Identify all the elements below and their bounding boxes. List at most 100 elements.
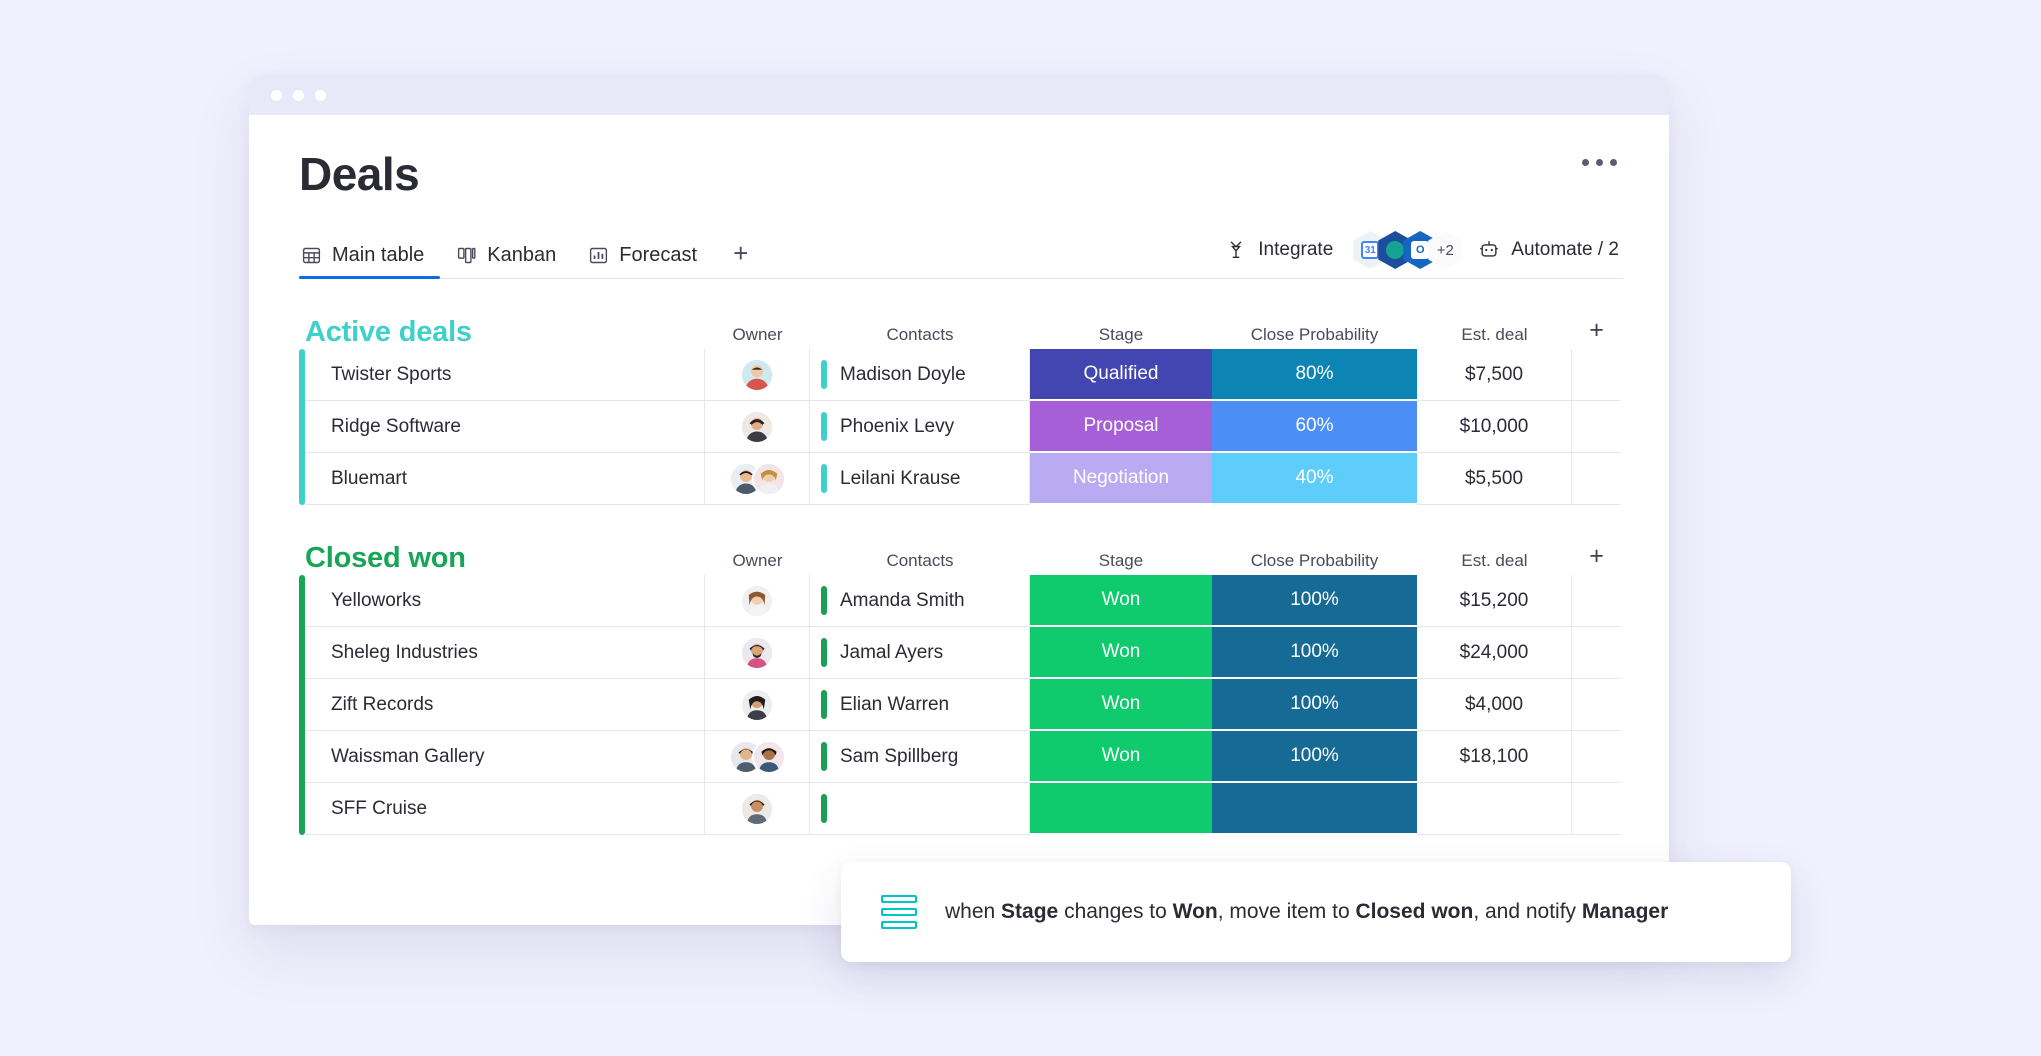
- cell-stage[interactable]: [1030, 783, 1212, 835]
- avatar-group: [705, 635, 809, 670]
- cell-owner[interactable]: [705, 401, 810, 453]
- window-maximize-dot[interactable]: [315, 89, 326, 101]
- table-row[interactable]: SFF Cruise: [305, 783, 1623, 835]
- cell-est-deal[interactable]: $24,000: [1417, 627, 1572, 679]
- cell-est-deal[interactable]: $7,500: [1417, 349, 1572, 401]
- integration-overflow-label: +2: [1436, 241, 1454, 259]
- kebab-dot: [1582, 159, 1589, 166]
- column-header-owner[interactable]: Owner: [705, 551, 810, 575]
- cell-owner[interactable]: [705, 627, 810, 679]
- cell-est-deal[interactable]: $15,200: [1417, 575, 1572, 627]
- table-row[interactable]: Zift Records Elian Warren Won 100% $4,00…: [305, 679, 1623, 731]
- automation-bars-icon: [881, 895, 917, 929]
- cell-est-deal[interactable]: $4,000: [1417, 679, 1572, 731]
- column-header-est-deal[interactable]: Est. deal: [1417, 551, 1572, 575]
- group-header-row: Active deals Owner Contacts Stage Close …: [305, 309, 1623, 349]
- cell-spacer: [1572, 575, 1621, 627]
- contact-name: Sam Spillberg: [840, 745, 959, 767]
- table-row[interactable]: Ridge Software Phoenix Levy Proposal 60%…: [305, 401, 1623, 453]
- add-column-button[interactable]: +: [1572, 316, 1621, 349]
- window-close-dot[interactable]: [271, 89, 282, 101]
- add-column-button[interactable]: +: [1572, 542, 1621, 575]
- avatar: [751, 461, 786, 496]
- column-header-est-deal[interactable]: Est. deal: [1417, 325, 1572, 349]
- cell-stage[interactable]: Won: [1030, 679, 1212, 731]
- cell-stage[interactable]: Proposal: [1030, 401, 1212, 453]
- automation-notify-role: Manager: [1581, 900, 1669, 924]
- cell-owner[interactable]: [705, 453, 810, 505]
- cell-contact[interactable]: Amanda Smith: [810, 575, 1030, 627]
- cell-owner[interactable]: [705, 731, 810, 783]
- cell-item-name[interactable]: Waissman Gallery: [305, 731, 705, 783]
- avatar: [740, 791, 774, 826]
- cell-stage[interactable]: Won: [1030, 575, 1212, 627]
- table-row[interactable]: Twister Sports Madison Doyle Qualified 8…: [305, 349, 1623, 401]
- cell-close-probability[interactable]: 100%: [1212, 731, 1417, 783]
- cell-close-probability[interactable]: [1212, 783, 1417, 835]
- cell-owner[interactable]: [705, 783, 810, 835]
- column-header-close-probability[interactable]: Close Probability: [1212, 551, 1417, 575]
- automate-button[interactable]: Automate / 2: [1474, 236, 1623, 264]
- cell-stage[interactable]: Won: [1030, 731, 1212, 783]
- contact-accent: [821, 586, 827, 615]
- cell-est-deal[interactable]: $5,500: [1417, 453, 1572, 505]
- cell-close-probability[interactable]: 100%: [1212, 575, 1417, 627]
- column-header-close-probability[interactable]: Close Probability: [1212, 325, 1417, 349]
- cell-stage[interactable]: Won: [1030, 627, 1212, 679]
- cell-est-deal[interactable]: [1417, 783, 1572, 835]
- table-row[interactable]: Waissman Gallery Sam Spillberg Won 100% …: [305, 731, 1623, 783]
- board-options-button[interactable]: [1576, 149, 1623, 176]
- table-row[interactable]: Yelloworks Amanda Smith Won 100% $15,200: [305, 575, 1623, 627]
- tab-main-table[interactable]: Main table: [299, 244, 441, 279]
- tab-kanban[interactable]: Kanban: [440, 244, 572, 278]
- automation-prefix: when: [945, 900, 1002, 924]
- cell-est-deal[interactable]: $18,100: [1417, 731, 1572, 783]
- cell-close-probability[interactable]: 100%: [1212, 679, 1417, 731]
- cell-item-name[interactable]: Ridge Software: [305, 401, 705, 453]
- cell-item-name[interactable]: Sheleg Industries: [305, 627, 705, 679]
- board-header: Deals: [299, 149, 1623, 197]
- cell-spacer: [1572, 731, 1621, 783]
- table-row[interactable]: Sheleg Industries Jamal Ayers Won 100% $…: [305, 627, 1623, 679]
- cell-close-probability[interactable]: 60%: [1212, 401, 1417, 453]
- kebab-dot: [1596, 159, 1603, 166]
- cell-contact[interactable]: Madison Doyle: [810, 349, 1030, 401]
- cell-close-probability[interactable]: 80%: [1212, 349, 1417, 401]
- cell-est-deal[interactable]: $10,000: [1417, 401, 1572, 453]
- contact-accent: [821, 360, 827, 389]
- avatar-group: [705, 739, 809, 774]
- tab-forecast[interactable]: Forecast: [572, 244, 713, 278]
- window-minimize-dot[interactable]: [293, 89, 304, 101]
- cell-contact[interactable]: Elian Warren: [810, 679, 1030, 731]
- column-header-contacts[interactable]: Contacts: [810, 325, 1030, 349]
- contact-accent: [821, 412, 827, 441]
- column-header-stage[interactable]: Stage: [1030, 551, 1212, 575]
- cell-owner[interactable]: [705, 575, 810, 627]
- cell-contact[interactable]: Jamal Ayers: [810, 627, 1030, 679]
- cell-item-name[interactable]: Twister Sports: [305, 349, 705, 401]
- column-header-stage[interactable]: Stage: [1030, 325, 1212, 349]
- cell-item-name[interactable]: Zift Records: [305, 679, 705, 731]
- automation-recipe-banner[interactable]: when Stage changes to Won, move item to …: [841, 862, 1791, 962]
- integrate-button[interactable]: Integrate: [1221, 236, 1337, 264]
- cell-stage[interactable]: Negotiation: [1030, 453, 1212, 505]
- cell-owner[interactable]: [705, 679, 810, 731]
- column-header-contacts[interactable]: Contacts: [810, 551, 1030, 575]
- cell-item-name[interactable]: SFF Cruise: [305, 783, 705, 835]
- cell-contact[interactable]: Phoenix Levy: [810, 401, 1030, 453]
- cell-contact[interactable]: Sam Spillberg: [810, 731, 1030, 783]
- cell-close-probability[interactable]: 100%: [1212, 627, 1417, 679]
- integration-apps[interactable]: 31 O +2: [1353, 231, 1463, 269]
- contact-accent: [821, 464, 827, 493]
- cell-stage[interactable]: Qualified: [1030, 349, 1212, 401]
- cell-item-name[interactable]: Yelloworks: [305, 575, 705, 627]
- cell-item-name[interactable]: Bluemart: [305, 453, 705, 505]
- view-tabs: Main table Kanban Forecast +: [299, 240, 766, 279]
- add-view-button[interactable]: +: [713, 240, 766, 278]
- cell-close-probability[interactable]: 40%: [1212, 453, 1417, 505]
- table-row[interactable]: Bluemart Leilani Krause Negotiation 40% …: [305, 453, 1623, 505]
- column-header-owner[interactable]: Owner: [705, 325, 810, 349]
- cell-owner[interactable]: [705, 349, 810, 401]
- cell-contact[interactable]: Leilani Krause: [810, 453, 1030, 505]
- cell-contact[interactable]: [810, 783, 1030, 835]
